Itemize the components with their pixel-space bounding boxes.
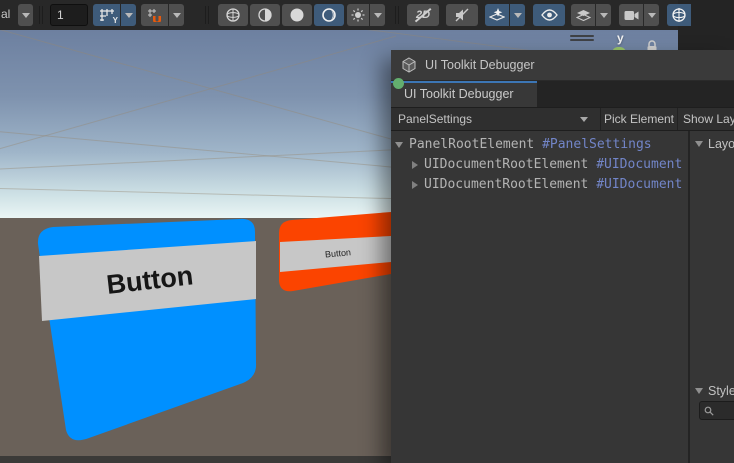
view-2d-toggle[interactable]: 2D (407, 4, 439, 26)
element-tree: PanelRootElement #PanelSettings UIDocume… (391, 131, 688, 463)
panel-select-value: PanelSettings (398, 112, 472, 126)
camera-settings-button[interactable] (619, 4, 643, 26)
camera-settings-dropdown[interactable] (644, 4, 659, 26)
pick-element-button[interactable]: Pick Element (601, 108, 678, 130)
snap-magnet-toggle[interactable] (141, 4, 168, 26)
debugger-content: PanelRootElement #PanelSettings UIDocume… (391, 131, 734, 463)
layers-dropdown[interactable] (596, 4, 611, 26)
panel-select-dropdown[interactable]: PanelSettings (391, 108, 601, 130)
scene-toolbar: al Y (0, 0, 678, 30)
snap-magnet-dropdown[interactable] (169, 4, 184, 26)
element-type: UIDocumentRootElement (424, 177, 588, 192)
scene-bottom-edge (0, 456, 391, 463)
show-layout-button[interactable]: Show Layout (678, 108, 734, 130)
eye-icon (541, 9, 558, 21)
pick-element-label: Pick Element (604, 112, 674, 126)
debugger-toolbar: PanelSettings Pick Element Show Layout (391, 107, 734, 131)
tree-row[interactable]: UIDocumentRootElement #UIDocument (391, 155, 688, 175)
element-id: #UIDocument (596, 157, 682, 172)
scene-button-blue[interactable]: Button (38, 219, 256, 440)
audio-mute-toggle[interactable] (446, 4, 478, 26)
chevron-down-icon (600, 13, 608, 18)
search-input[interactable] (714, 402, 734, 419)
toolbar-separator (205, 6, 206, 24)
show-layout-label: Show Layout (683, 112, 734, 126)
unity-editor: al Y (0, 0, 734, 463)
speaker-muted-icon (454, 8, 470, 22)
camera-icon (624, 10, 639, 21)
foldout-expanded-icon (695, 388, 703, 394)
chevron-down-icon (580, 117, 588, 122)
shading-rendered-button[interactable] (314, 4, 344, 26)
active-tab-accent (391, 81, 537, 83)
snap-increment-input[interactable] (50, 4, 88, 26)
magnet-snap-icon (148, 8, 162, 22)
uitoolkit-cube-icon (401, 57, 417, 73)
chevron-down-icon (22, 13, 30, 18)
sun-icon (351, 8, 365, 22)
element-type: PanelRootElement (409, 137, 534, 152)
element-id: #UIDocument (596, 177, 682, 192)
scene-lighting-toggle[interactable] (347, 4, 369, 26)
window-title-bar[interactable]: UI Toolkit Debugger (391, 50, 734, 81)
solid-sphere-icon (289, 7, 305, 23)
tree-row[interactable]: UIDocumentRootElement #UIDocument (391, 175, 688, 195)
style-search-field[interactable] (699, 401, 734, 420)
search-icon (704, 406, 714, 416)
chevron-down-icon (173, 13, 181, 18)
tab-bar: UI Toolkit Debugger (391, 81, 734, 107)
gizmo-orientation-button[interactable] (667, 4, 691, 26)
scene-visibility-toggle[interactable] (533, 4, 565, 26)
toolbar-separator (395, 6, 396, 24)
foldout-collapsed-icon[interactable] (412, 181, 418, 189)
tree-row[interactable]: PanelRootElement #PanelSettings (391, 135, 688, 155)
shading-solid-button[interactable] (282, 4, 312, 26)
grid-icon (100, 8, 114, 22)
foldout-expanded-icon[interactable] (395, 142, 403, 148)
grid-snap-dropdown[interactable] (121, 4, 136, 26)
shading-wireframe-button[interactable] (218, 4, 248, 26)
layout-label: Layout (708, 137, 734, 151)
effects-star-icon (489, 8, 505, 23)
chevron-down-icon (648, 13, 656, 18)
window-title: UI Toolkit Debugger (425, 58, 535, 72)
orientation-gizmo-icon (671, 7, 687, 23)
scene-button-orange[interactable]: Button (279, 212, 391, 291)
crescent-sphere-icon (321, 7, 337, 23)
toolbar-separator (39, 6, 40, 24)
tab-label: UI Toolkit Debugger (404, 87, 514, 101)
effects-dropdown[interactable] (510, 4, 525, 26)
layers-icon (576, 9, 591, 22)
grid-snap-toggle[interactable]: Y (93, 4, 120, 26)
active-dot-indicator (393, 78, 404, 89)
grid-axis-label: Y (113, 16, 118, 25)
overlay-drag-handle[interactable] (570, 35, 594, 43)
effects-toggle[interactable] (485, 4, 509, 26)
foldout-expanded-icon (695, 141, 703, 147)
gizmo-y-axis-label[interactable]: y (617, 31, 624, 45)
foldout-collapsed-icon[interactable] (412, 161, 418, 169)
transform-pivot-label[interactable]: al (1, 7, 10, 21)
chevron-down-icon (125, 13, 133, 18)
shaded-sphere-icon (257, 7, 273, 23)
shading-shaded-wireframe-button[interactable] (250, 4, 280, 26)
styles-foldout[interactable]: Styles (695, 382, 734, 400)
transform-pivot-dropdown[interactable] (18, 4, 33, 26)
inspector-panel: Layout Styles (690, 131, 734, 463)
layout-foldout[interactable]: Layout (695, 135, 734, 153)
styles-label: Styles (708, 384, 734, 398)
element-type: UIDocumentRootElement (424, 157, 588, 172)
scene-lighting-dropdown[interactable] (370, 4, 385, 26)
tab-ui-toolkit-debugger[interactable]: UI Toolkit Debugger (391, 81, 537, 107)
chevron-down-icon (514, 13, 522, 18)
wireframe-sphere-icon (225, 7, 241, 23)
chevron-down-icon (374, 13, 382, 18)
element-id: #PanelSettings (542, 137, 652, 152)
ui-toolkit-debugger-window: UI Toolkit Debugger UI Toolkit Debugger … (391, 50, 734, 463)
layers-toggle[interactable] (571, 4, 595, 26)
